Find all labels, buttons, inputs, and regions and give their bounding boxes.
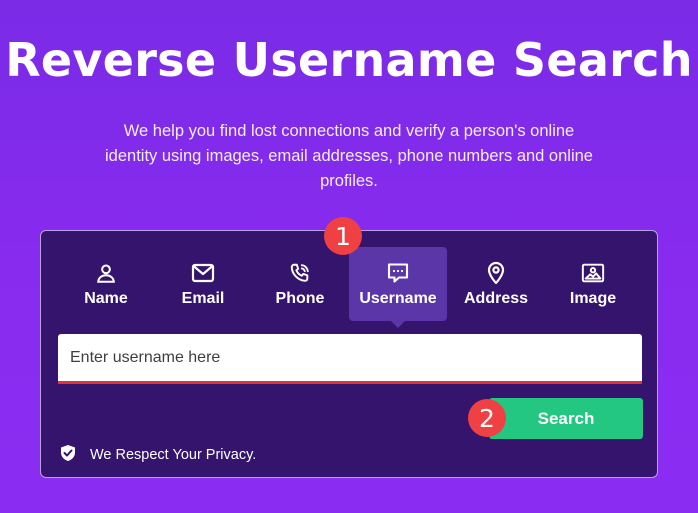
tab-label: Image <box>569 290 617 307</box>
shield-check-icon <box>60 444 76 467</box>
tab-label: Username <box>359 290 437 307</box>
image-icon <box>581 261 605 285</box>
privacy-text: We Respect Your Privacy. <box>90 447 257 463</box>
envelope-icon <box>191 261 215 285</box>
tab-label: Name <box>84 290 128 307</box>
page-subtitle: We help you find lost connections and ve… <box>105 122 593 190</box>
page-title: Reverse Username Search <box>5 33 693 87</box>
person-icon <box>94 261 118 285</box>
search-button[interactable]: Search <box>489 398 643 439</box>
privacy-note: We Respect Your Privacy. <box>60 444 257 467</box>
username-search-input[interactable] <box>58 334 642 384</box>
tab-label: Phone <box>275 290 325 307</box>
tab-email[interactable]: Email <box>154 247 252 321</box>
tab-image[interactable]: Image <box>544 247 642 321</box>
step-1-badge: 1 <box>324 217 362 255</box>
map-pin-icon <box>484 261 508 285</box>
search-type-tabs: Name Email Phone Username Address Image <box>57 247 642 328</box>
step-2-badge: 2 <box>468 399 506 437</box>
tab-label: Address <box>463 290 529 307</box>
tab-label: Email <box>181 290 225 307</box>
tab-phone[interactable]: Phone <box>251 247 349 321</box>
chat-bubble-icon <box>386 261 410 285</box>
tab-address[interactable]: Address <box>447 247 545 321</box>
tab-username[interactable]: Username <box>349 247 447 328</box>
phone-icon <box>288 261 312 285</box>
tab-name[interactable]: Name <box>57 247 155 321</box>
